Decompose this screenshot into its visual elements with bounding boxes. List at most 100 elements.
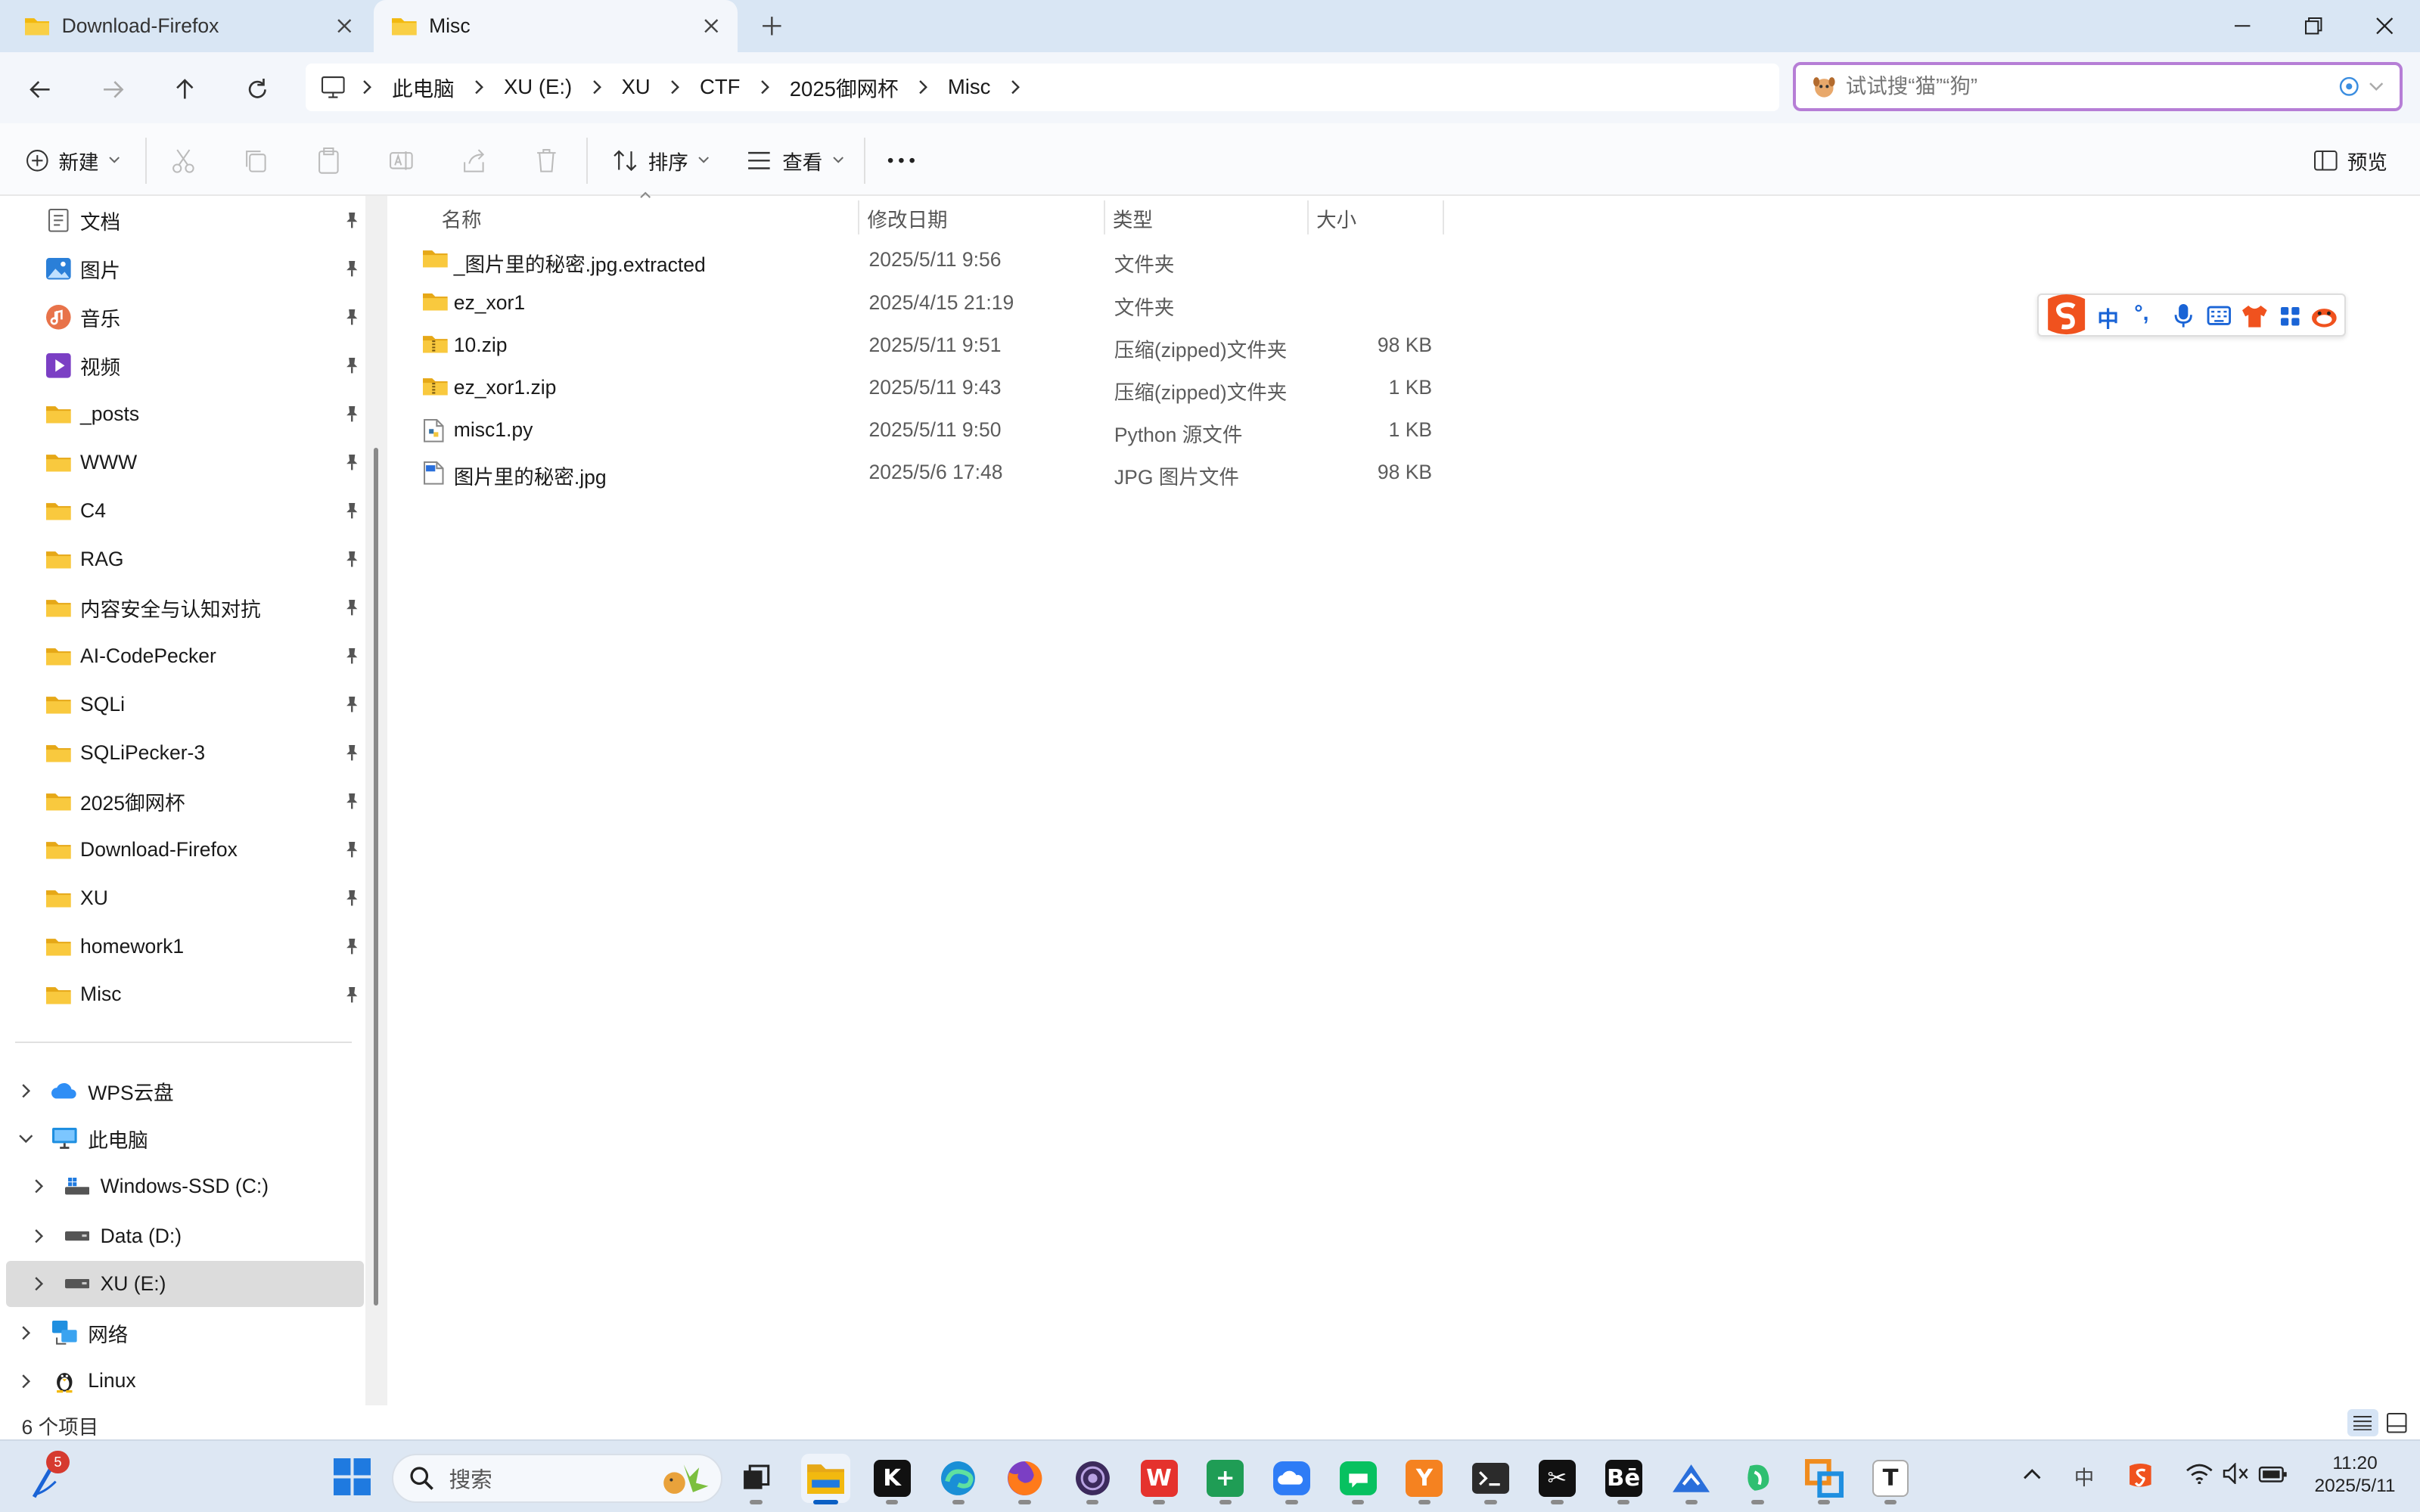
preview-pane-button[interactable]: 预览 [2313, 142, 2387, 179]
pin-icon[interactable] [343, 598, 361, 616]
quick-access-item[interactable]: 文档 [46, 197, 364, 244]
quick-access-item[interactable]: Download-Firefox [46, 827, 364, 873]
sogou-tray-icon[interactable] [2126, 1461, 2154, 1489]
paste-button[interactable] [315, 142, 343, 179]
breadcrumb-item[interactable]: XU (E:) [489, 75, 588, 99]
ai-search-icon[interactable] [2338, 76, 2360, 98]
chevron-right-icon[interactable] [28, 1175, 50, 1197]
chevron-right-icon[interactable] [666, 79, 684, 95]
taskbar-app-button[interactable] [1667, 1454, 1716, 1504]
taskbar-app-button[interactable] [732, 1454, 781, 1504]
close-tab-icon[interactable] [701, 15, 722, 37]
minimize-button[interactable] [2220, 6, 2266, 46]
refresh-button[interactable] [239, 71, 276, 108]
taskbar-app-button[interactable] [800, 1453, 851, 1504]
breadcrumb-item[interactable]: CTF [685, 75, 756, 99]
tree-item[interactable]: WPS云盘 [51, 1068, 344, 1114]
tree-item[interactable]: XU (E:) [64, 1261, 357, 1307]
column-header-date[interactable]: 修改日期 [867, 203, 947, 231]
column-divider[interactable] [1306, 200, 1309, 235]
tree-item[interactable]: Data (D:) [64, 1212, 357, 1259]
microphone-icon[interactable] [2174, 303, 2193, 329]
tiles-view-button[interactable] [2386, 1412, 2408, 1434]
breadcrumb-item[interactable]: 此电脑 [377, 72, 470, 102]
sogou-logo-icon[interactable] [2042, 290, 2091, 339]
skin-shirt-icon[interactable] [2241, 304, 2269, 329]
chevron-right-icon[interactable] [28, 1225, 50, 1247]
taskbar-app-button[interactable] [1800, 1454, 1849, 1504]
ime-lang-toggle[interactable]: 中 [2097, 303, 2119, 334]
new-tab-button[interactable] [760, 14, 784, 39]
file-row[interactable]: ez_xor1 2025/4/15 21:19 文件夹 [414, 283, 1445, 323]
pin-icon[interactable] [343, 840, 361, 858]
taskbar-app-button[interactable] [1068, 1454, 1117, 1504]
file-row[interactable]: ez_xor1.zip 2025/5/11 9:43 压缩(zipped)文件夹… [414, 368, 1445, 408]
start-button[interactable] [333, 1458, 371, 1495]
keyboard-icon[interactable] [2207, 306, 2232, 326]
sort-button[interactable]: 排序 [611, 142, 710, 179]
taskbar-app-button[interactable] [934, 1454, 983, 1504]
copy-button[interactable] [242, 142, 270, 179]
pin-icon[interactable] [343, 211, 361, 229]
chevron-right-icon[interactable] [15, 1371, 37, 1392]
chevron-right-icon[interactable] [1006, 79, 1024, 95]
taskbar-app-button[interactable] [1267, 1454, 1316, 1504]
back-button[interactable] [22, 71, 59, 108]
pin-icon[interactable] [343, 501, 361, 520]
pin-icon[interactable] [343, 986, 361, 1004]
more-options-button[interactable] [886, 142, 917, 179]
taskbar-app-button[interactable] [1000, 1454, 1049, 1504]
column-header-name[interactable]: 名称 [441, 203, 481, 231]
wifi-icon[interactable] [2185, 1463, 2213, 1485]
tree-item[interactable]: Linux [51, 1358, 344, 1404]
taskbar-app-button[interactable]: + [1201, 1454, 1250, 1504]
breadcrumb[interactable]: 此电脑 XU (E:) XU CTF 2025御网杯 Misc [305, 63, 1780, 111]
pin-icon[interactable] [343, 889, 361, 907]
details-view-button[interactable] [2347, 1408, 2378, 1437]
chevron-down-icon[interactable] [2369, 80, 2384, 92]
pin-icon[interactable] [343, 744, 361, 762]
tab-download-firefox[interactable]: Download-Firefox [6, 0, 370, 52]
taskbar-app-button[interactable]: Bē [1598, 1454, 1648, 1504]
nav-scrollbar-thumb[interactable] [373, 447, 378, 1306]
show-hidden-icons-button[interactable] [2021, 1466, 2043, 1481]
column-divider[interactable] [1443, 200, 1445, 235]
pin-icon[interactable] [343, 937, 361, 955]
pin-icon[interactable] [343, 259, 361, 278]
quick-access-item[interactable]: SQLi [46, 681, 364, 728]
battery-icon[interactable] [2258, 1463, 2289, 1485]
chevron-right-icon[interactable] [28, 1273, 50, 1295]
chevron-right-icon[interactable] [914, 79, 932, 95]
pin-icon[interactable] [343, 308, 361, 326]
search-box[interactable] [1793, 61, 2403, 111]
taskbar-app-button[interactable] [1466, 1454, 1515, 1504]
up-button[interactable] [166, 71, 203, 108]
breadcrumb-item[interactable]: 2025御网杯 [774, 72, 914, 102]
computer-icon[interactable] [321, 76, 358, 99]
taskbar-app-button[interactable]: W [1134, 1454, 1183, 1504]
chevron-right-icon[interactable] [756, 79, 774, 95]
share-button[interactable] [460, 142, 488, 179]
rename-button[interactable] [387, 142, 415, 179]
column-header-size[interactable]: 大小 [1316, 203, 1356, 231]
quick-access-item[interactable]: SQLiPecker-3 [46, 730, 364, 776]
taskbar-search[interactable]: 搜索 [392, 1453, 722, 1503]
taskbar-app-button[interactable]: T [1865, 1454, 1915, 1504]
new-button[interactable]: 新建 [25, 142, 120, 179]
chevron-right-icon[interactable] [470, 79, 488, 95]
tab-misc[interactable]: Misc [373, 0, 738, 53]
taskbar-app-button[interactable]: Y [1399, 1454, 1449, 1504]
breadcrumb-item[interactable]: Misc [932, 75, 1005, 99]
quick-access-item[interactable]: AI-CodePecker [46, 633, 364, 679]
quick-access-item[interactable]: Misc [46, 971, 364, 1017]
column-divider[interactable] [1103, 200, 1105, 235]
pen-widget-button[interactable]: 5 [31, 1450, 77, 1503]
chevron-down-icon[interactable] [15, 1128, 37, 1150]
quick-access-item[interactable]: 图片 [46, 246, 364, 292]
taskbar-app-button[interactable]: ✂ [1533, 1454, 1582, 1504]
chevron-right-icon[interactable] [358, 79, 376, 95]
quick-access-item[interactable]: 内容安全与认知对抗 [46, 585, 364, 631]
ime-indicator[interactable]: 中 [2074, 1461, 2095, 1491]
ime-toolbar[interactable]: 中 °, [2036, 290, 2346, 339]
close-tab-icon[interactable] [334, 15, 356, 37]
